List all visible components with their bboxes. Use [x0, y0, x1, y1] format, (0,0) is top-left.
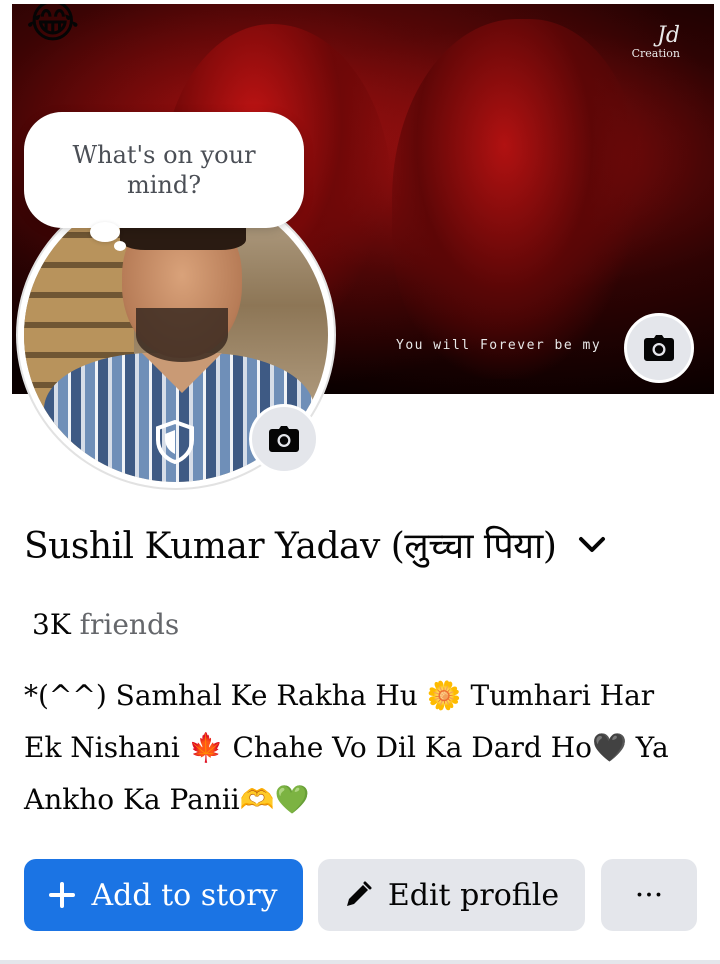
bubble-tail-small — [114, 241, 126, 251]
profile-name: Sushil Kumar Yadav (लुच्चा पिया) — [24, 526, 557, 567]
profile-bio: *(^^) Samhal Ke Rakha Hu 🌼 Tumhari Har E… — [24, 679, 669, 816]
profile-name-row: Sushil Kumar Yadav (लुच्चा पिया) — [24, 520, 610, 569]
edit-cover-photo-button[interactable] — [624, 313, 694, 383]
edit-profile-button[interactable]: Edit profile — [318, 859, 585, 931]
whats-on-your-mind-bubble[interactable]: What's on your mind? — [24, 112, 304, 228]
chevron-down-icon — [579, 536, 606, 552]
cover-emoji: 😂 — [26, 4, 80, 47]
watermark-signature: Jd — [657, 23, 680, 48]
pencil-icon — [344, 881, 372, 909]
profile-guard-badge — [150, 417, 200, 467]
friends-number: 3K — [32, 608, 71, 641]
friends-count[interactable]: 3K friends — [32, 608, 179, 641]
account-switcher-button[interactable] — [574, 527, 610, 563]
watermark-text: Creation — [631, 47, 680, 61]
bubble-tail-large — [90, 222, 120, 242]
more-dots-icon: ··· — [634, 877, 664, 913]
add-to-story-button[interactable]: Add to story — [24, 859, 303, 931]
more-options-button[interactable]: ··· — [601, 859, 697, 931]
section-divider — [0, 960, 720, 964]
edit-profile-picture-button[interactable] — [249, 404, 319, 474]
friends-label: friends — [79, 608, 180, 641]
cover-watermark: Jd Creation — [631, 23, 680, 61]
avatar-beard — [136, 308, 228, 362]
cover-figure-right — [392, 19, 642, 379]
edit-profile-label: Edit profile — [387, 877, 560, 913]
add-to-story-label: Add to story — [91, 877, 278, 913]
shield-icon — [156, 420, 194, 464]
camera-icon — [269, 426, 299, 452]
camera-icon — [644, 335, 674, 361]
plus-icon — [49, 882, 76, 908]
cover-caption: You will Forever be my — [396, 338, 602, 353]
